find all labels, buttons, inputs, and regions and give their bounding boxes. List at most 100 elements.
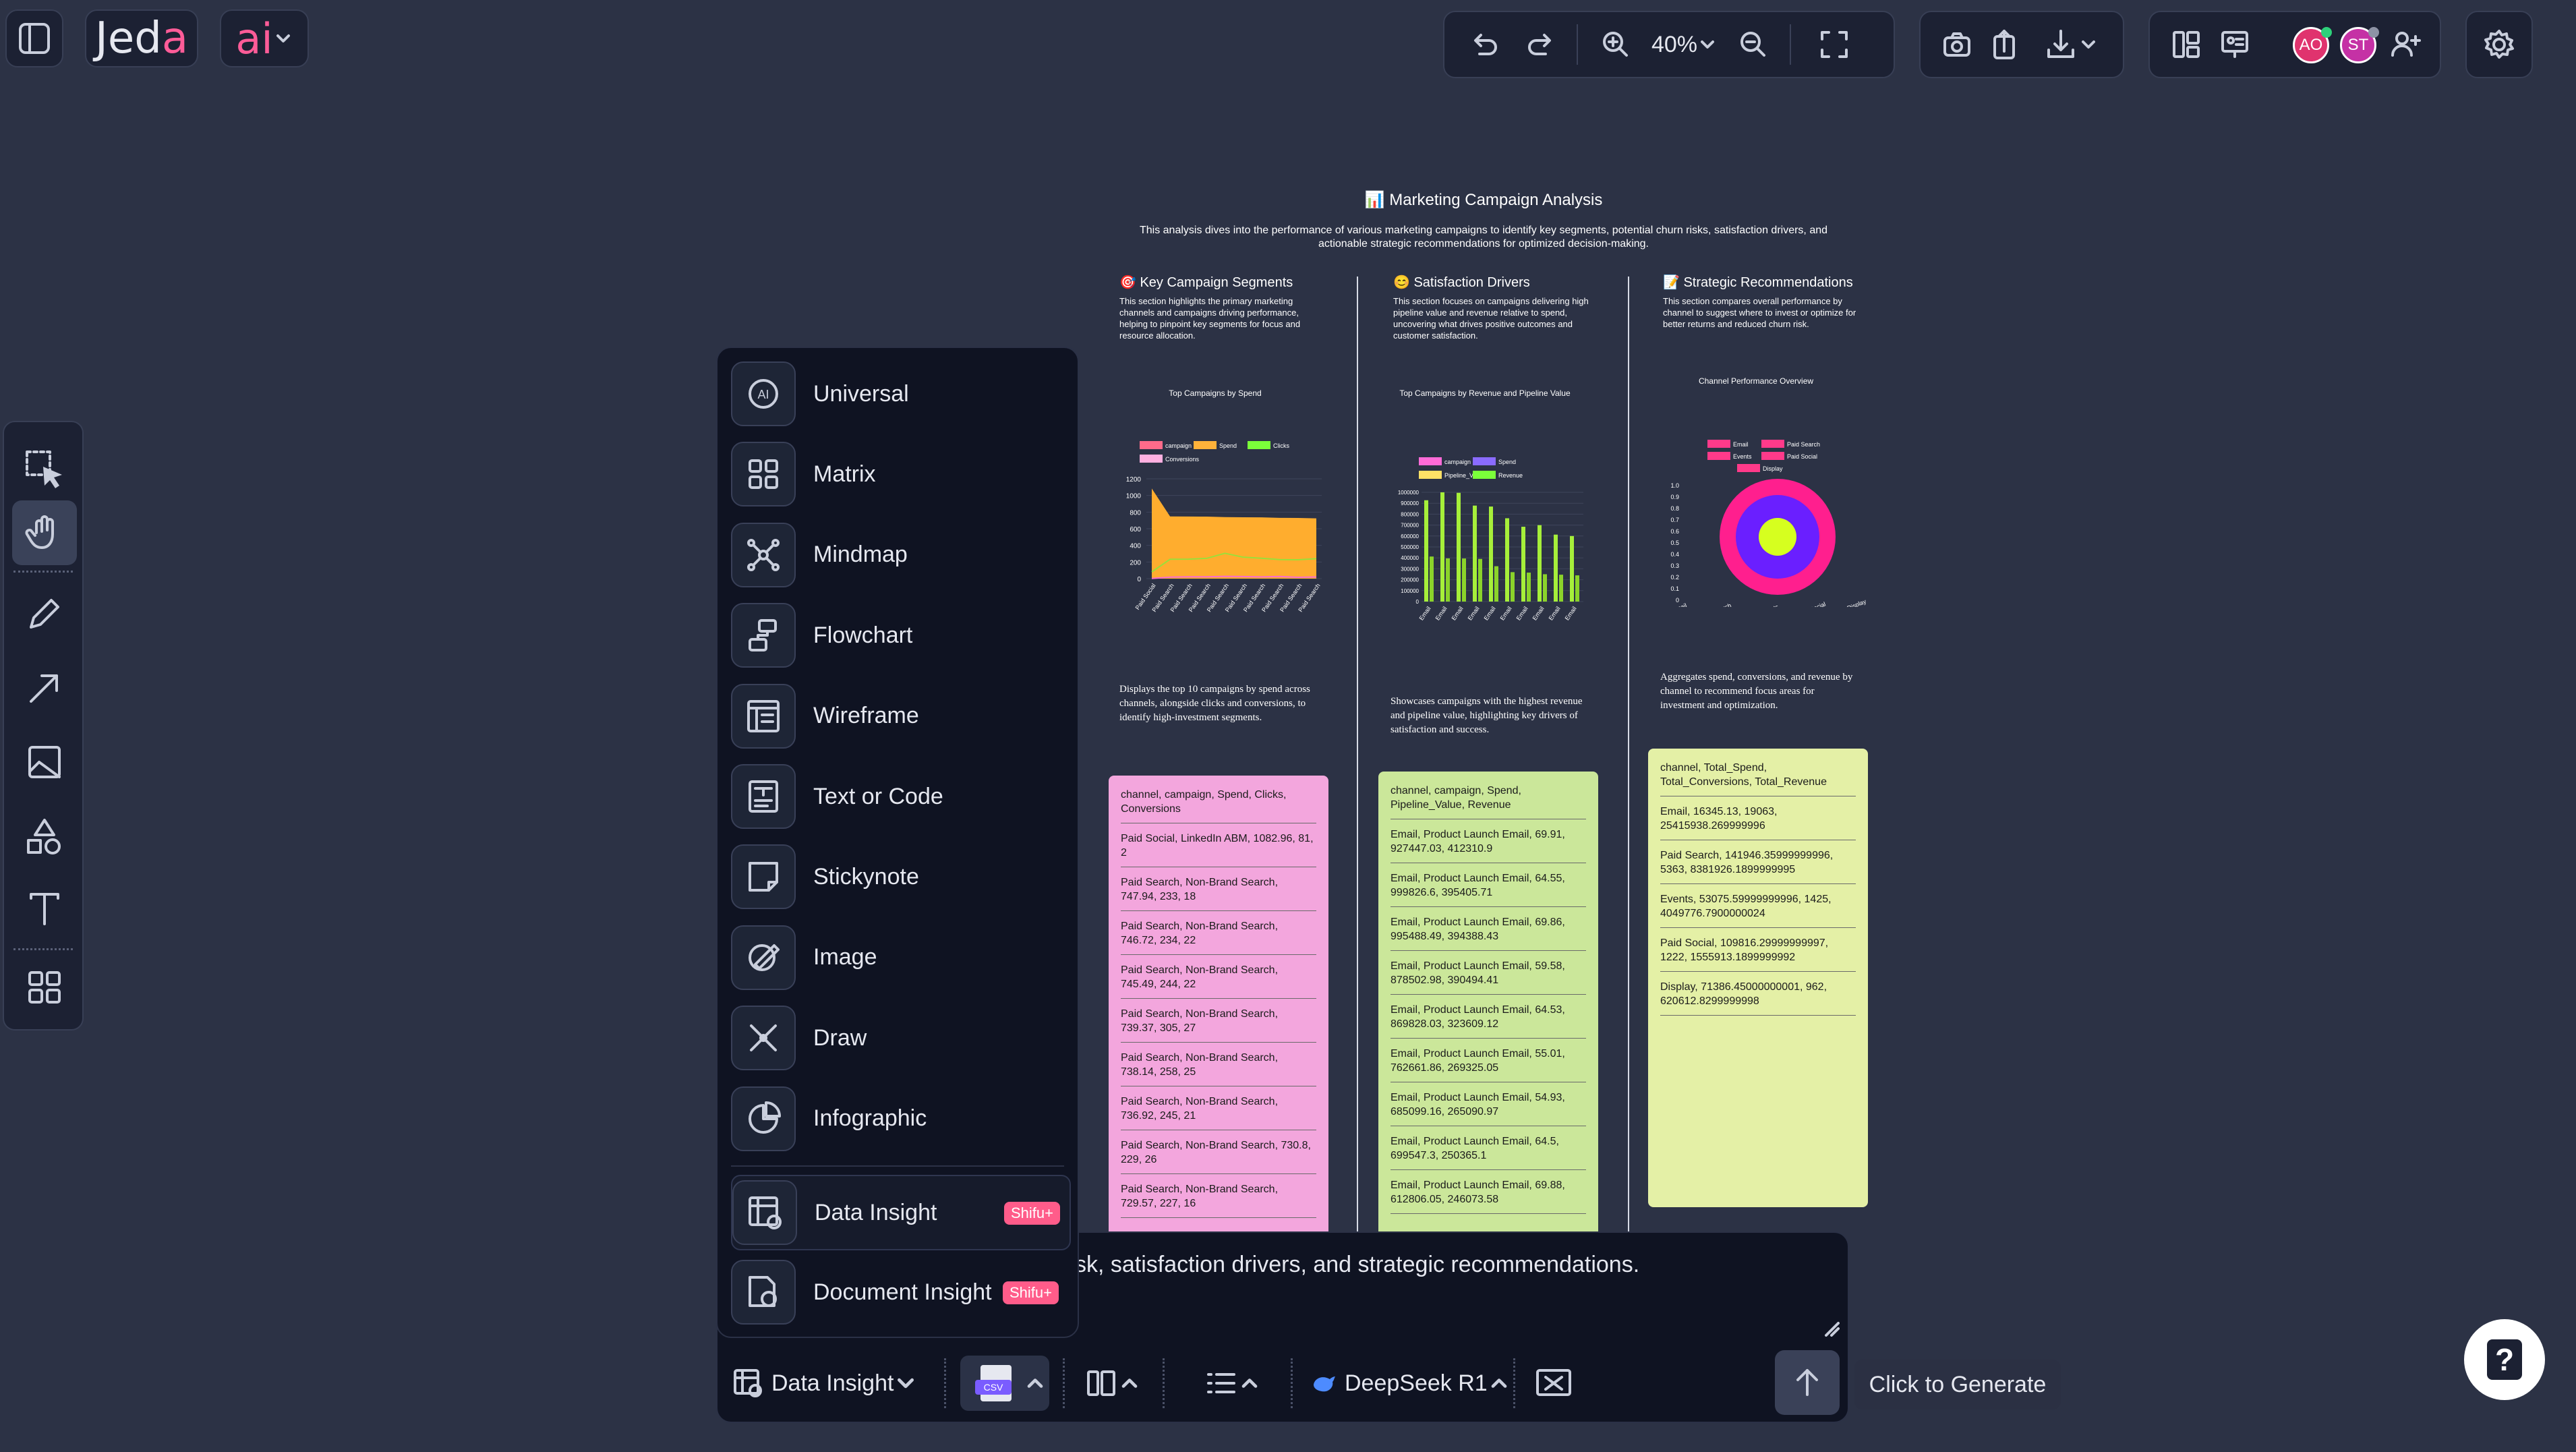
chevron-down-icon	[1701, 40, 1715, 49]
divider	[1577, 24, 1578, 65]
zoom-in-button[interactable]	[1596, 24, 1636, 65]
zoom-out-icon	[1740, 32, 1765, 57]
sticky-header-row: channel, Total_Spend, Total_Conversions,…	[1660, 761, 1856, 796]
shapes-tool[interactable]	[12, 804, 77, 869]
widgets-tool[interactable]	[12, 955, 77, 1020]
legend-label: Display	[1763, 465, 1783, 472]
x-tick-label: Display	[1846, 598, 1868, 607]
invite-user-button[interactable]	[2386, 24, 2426, 65]
layout-button[interactable]	[2166, 24, 2206, 65]
pen-tool[interactable]	[12, 581, 77, 646]
revenue-bar	[1511, 572, 1515, 602]
sidebar-toggle-button[interactable]	[5, 9, 63, 67]
divider	[1291, 1358, 1293, 1408]
ai-menu-button[interactable]: ai	[220, 9, 309, 67]
y-tick-label: 0	[1416, 599, 1419, 605]
menu-item-infographic[interactable]: Infographic	[731, 1082, 1068, 1155]
y-tick-label: 600000	[1401, 533, 1419, 540]
legend-swatch	[1419, 457, 1442, 465]
menu-item-flowchart[interactable]: Flowchart	[731, 599, 1068, 672]
model-select[interactable]: DeepSeek R1	[1311, 1358, 1511, 1408]
document-title: 📊 Marketing Campaign Analysis	[1079, 190, 1888, 210]
legend-label: Spend	[1219, 442, 1237, 449]
y-tick-label: 1000000	[1398, 490, 1419, 496]
avatar-initials: ST	[2347, 36, 2369, 54]
prompt-text[interactable]: sk, satisfaction drivers, and strategic …	[1075, 1252, 1639, 1278]
infographic-icon	[731, 1086, 796, 1151]
help-button[interactable]: ?	[2464, 1319, 2545, 1400]
menu-item-matrix[interactable]: Matrix	[731, 438, 1068, 511]
menu-item-label: Document Insight	[813, 1279, 992, 1305]
fit-screen-button[interactable]	[1814, 24, 1854, 65]
arrow-icon	[30, 674, 58, 703]
y-tick-label: 500000	[1401, 544, 1419, 550]
menu-item-mindmap[interactable]: Mindmap	[731, 519, 1068, 591]
upload-button[interactable]	[1984, 24, 2024, 65]
chevron-down-icon	[898, 1378, 914, 1389]
legend-swatch	[1473, 471, 1496, 479]
sticky-data-row: Email, Product Launch Email, 69.91, 9274…	[1391, 827, 1586, 863]
menu-divider	[731, 1165, 1064, 1167]
download-menu-button[interactable]	[2034, 24, 2108, 65]
menu-item-draw[interactable]: Draw	[731, 1001, 1068, 1074]
x-tick-label: Events	[1759, 603, 1780, 607]
screenshot-button[interactable]	[1937, 24, 1977, 65]
redo-button[interactable]	[1520, 24, 1560, 65]
menu-item-document-insight[interactable]: Document Insight Shifu+	[731, 1256, 1068, 1329]
divider	[1163, 1358, 1165, 1408]
chevron-down-icon	[2082, 40, 2095, 49]
legend-label: Email	[1733, 441, 1749, 448]
menu-item-universal[interactable]: AI Universal	[731, 357, 1068, 430]
generate-button[interactable]	[1775, 1350, 1840, 1415]
revenue-bar	[1494, 566, 1498, 602]
layout-option-button[interactable]	[1084, 1358, 1141, 1408]
add-user-icon	[2391, 32, 2421, 57]
flowchart-icon	[731, 603, 796, 668]
pipeline-bar	[1554, 534, 1558, 602]
app-logo[interactable]: Jeda	[85, 9, 198, 67]
select-tool[interactable]	[12, 437, 77, 502]
undo-button[interactable]	[1465, 24, 1505, 65]
document-intro: This analysis dives into the performance…	[1139, 225, 1828, 250]
data-stickynote[interactable]: channel, campaign, Spend, Clicks, Conver…	[1109, 776, 1328, 1248]
y-tick-label: 0.4	[1670, 551, 1679, 558]
shifu-badge: Shifu+	[1003, 1281, 1059, 1304]
data-stickynote[interactable]: channel, campaign, Spend, Pipeline_Value…	[1378, 772, 1598, 1248]
chart-note: Displays the top 10 campaigns by spend a…	[1119, 684, 1310, 723]
mode-select[interactable]: Data Insight	[731, 1358, 918, 1408]
menu-item-text-or-code[interactable]: Text or Code	[731, 760, 1068, 833]
legend-label: Revenue	[1498, 472, 1523, 479]
preview-button[interactable]	[1533, 1358, 1574, 1408]
menu-item-wireframe[interactable]: Wireframe	[731, 680, 1068, 753]
text-tool[interactable]	[12, 877, 77, 941]
y-tick-label: 0.7	[1670, 517, 1679, 523]
menu-item-label: Data Insight	[815, 1199, 937, 1225]
menu-item-stickynote[interactable]: Stickynote	[731, 840, 1068, 913]
chart-note: Showcases campaigns with the highest rev…	[1391, 696, 1583, 735]
mode-label: Data Insight	[771, 1370, 894, 1396]
column-title: 📝 Strategic Recommendations	[1663, 274, 1853, 291]
menu-item-label: Infographic	[813, 1105, 927, 1132]
divider	[13, 571, 73, 573]
csv-file-button[interactable]: CSV	[960, 1356, 1049, 1411]
menu-item-image[interactable]: Image	[731, 921, 1068, 994]
presentation-button[interactable]	[2215, 24, 2255, 65]
menu-item-label: Universal	[813, 380, 909, 407]
x-tick-label: Email	[1564, 605, 1578, 621]
data-stickynote[interactable]: channel, Total_Spend, Total_Conversions,…	[1648, 749, 1868, 1207]
pipeline-bar	[1440, 492, 1444, 602]
frame-tool[interactable]	[12, 730, 77, 794]
canvas-document[interactable]: 📊 Marketing Campaign Analysis This analy…	[1079, 175, 1888, 1248]
menu-item-data-insight[interactable]: Data Insight Shifu+	[731, 1175, 1071, 1250]
revenue-bar	[1575, 575, 1579, 602]
zoom-out-button[interactable]	[1733, 24, 1774, 65]
zoom-level-select[interactable]: 40%	[1644, 24, 1725, 65]
left-toolbar	[3, 421, 84, 1030]
hand-tool[interactable]	[12, 500, 77, 565]
settings-button[interactable]	[2465, 11, 2533, 78]
resize-handle-icon[interactable]	[1823, 1320, 1840, 1337]
arrow-tool[interactable]	[12, 656, 77, 720]
target-emoji-icon: 🎯	[1119, 275, 1136, 290]
list-option-button[interactable]	[1204, 1358, 1261, 1408]
legend-swatch	[1707, 440, 1730, 448]
